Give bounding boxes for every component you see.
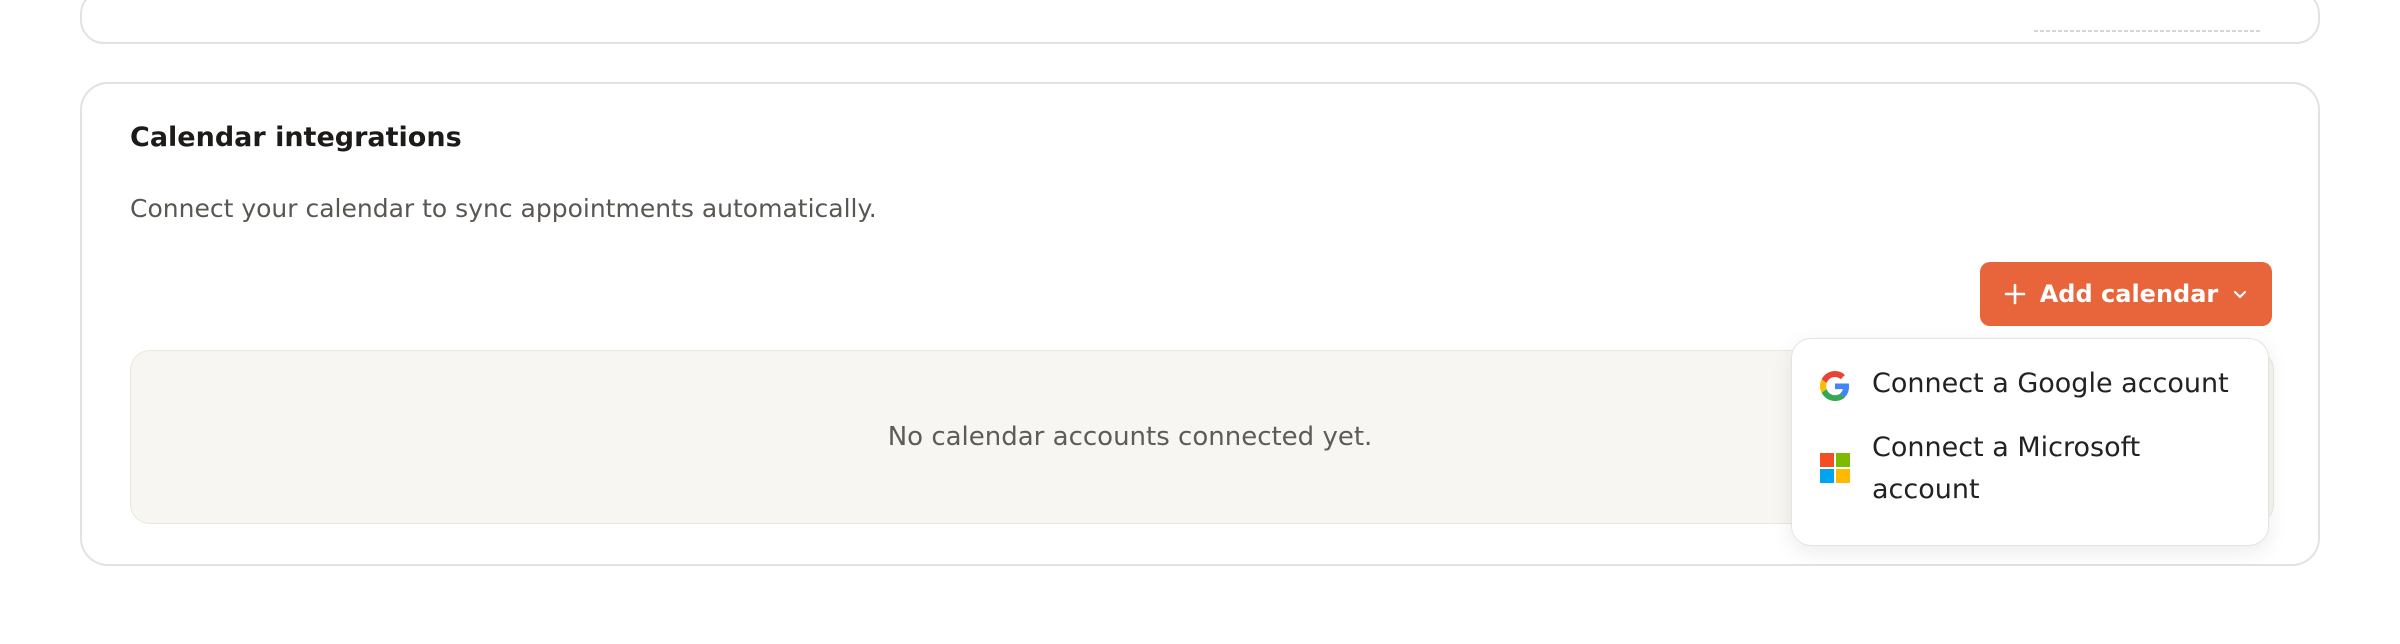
connect-google-item[interactable]: Connect a Google account [1792,349,2268,415]
empty-state-text: No calendar accounts connected yet. [887,422,1373,452]
chevron-down-icon [2234,290,2247,299]
connect-google-label: Connect a Google account [1872,368,2229,399]
previous-section-card [80,0,2320,44]
add-calendar-dropdown: Connect a Google account Connect a Micro… [1791,338,2269,546]
plus-icon [2004,283,2026,305]
connect-microsoft-item[interactable]: Connect a Microsoft account [1792,415,2268,525]
section-title: Calendar integrations [130,122,462,153]
previous-section-faint-element [2034,30,2260,32]
google-icon [1820,371,1850,401]
section-description: Connect your calendar to sync appointmen… [130,194,877,223]
add-calendar-button[interactable]: Add calendar [1980,262,2272,326]
microsoft-icon [1820,453,1850,483]
connect-microsoft-label: Connect a Microsoft account [1872,432,2141,505]
add-calendar-label: Add calendar [2039,280,2219,308]
